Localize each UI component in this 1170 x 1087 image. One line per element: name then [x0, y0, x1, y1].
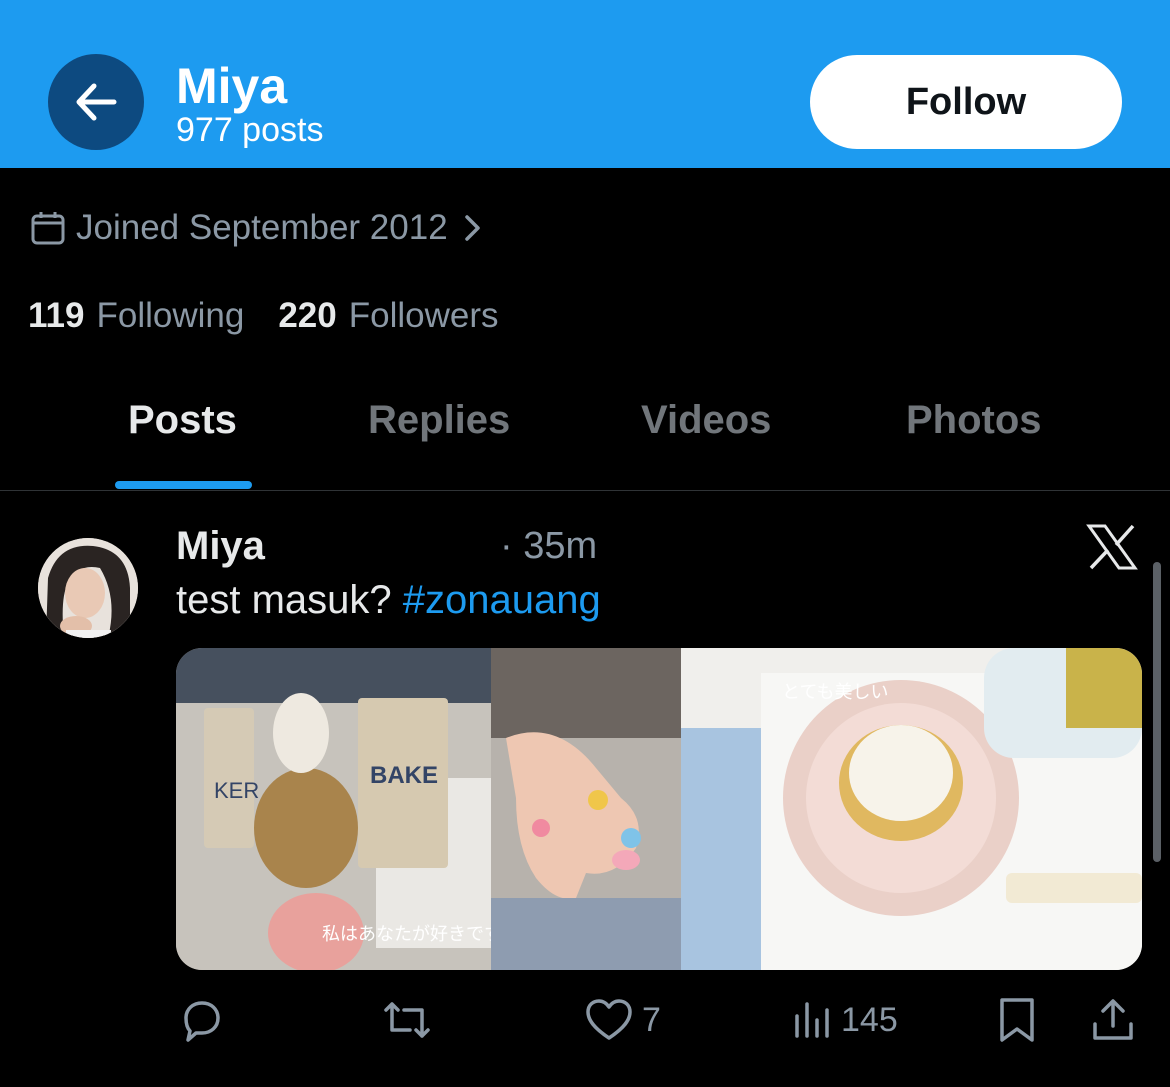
arrow-left-icon — [76, 83, 117, 121]
share-icon — [1093, 999, 1133, 1040]
followers-label: Followers — [348, 296, 499, 335]
post-time[interactable]: · 35m — [500, 522, 597, 570]
follow-button[interactable]: Follow — [810, 55, 1122, 149]
post-media[interactable]: KER BAKE 私はあなたが好きです とても美しい — [176, 648, 1142, 970]
avatar-photo — [38, 538, 138, 638]
x-logo-icon — [1086, 524, 1138, 570]
avatar[interactable] — [38, 538, 138, 638]
share-button[interactable] — [1090, 990, 1136, 1050]
view-count: 145 — [841, 1000, 898, 1039]
scrollbar[interactable] — [1153, 562, 1161, 862]
hashtag-link[interactable]: #zonauang — [403, 578, 601, 622]
tab-replies[interactable]: Replies — [368, 396, 510, 444]
followers-link[interactable]: 220 Followers — [278, 296, 498, 336]
post-body: test masuk? — [176, 578, 403, 622]
post-text: test masuk? #zonauang — [176, 576, 601, 624]
active-tab-indicator — [115, 481, 252, 489]
followers-count: 220 — [278, 296, 337, 335]
profile-header: Miya 977 posts Follow — [0, 0, 1170, 168]
bookmark-icon — [1000, 998, 1034, 1042]
bag-text-1: KER — [214, 778, 259, 803]
following-count: 119 — [28, 296, 85, 335]
heart-icon — [586, 999, 632, 1040]
calendar-icon — [31, 212, 65, 245]
tab-photos[interactable]: Photos — [906, 396, 1042, 444]
bag-text-2: BAKE — [370, 762, 438, 789]
following-link[interactable]: 119 Following — [28, 296, 244, 336]
repost-button[interactable] — [380, 990, 434, 1050]
post-image-collage: KER BAKE 私はあなたが好きです とても美しい — [176, 648, 1142, 970]
joined-date[interactable]: Joined September 2012 — [30, 204, 494, 252]
subtitle-text: 私はあなたが好きです — [322, 924, 502, 945]
reply-button[interactable] — [178, 990, 226, 1050]
chevron-right-icon — [464, 215, 480, 241]
header-posts-count: 977 posts — [176, 111, 324, 149]
right-caption: とても美しい — [782, 682, 889, 703]
tab-videos[interactable]: Videos — [641, 396, 771, 444]
follow-stats: 119 Following 220 Followers — [28, 292, 533, 340]
profile-tabs: Posts Replies Videos Photos — [0, 360, 1170, 491]
like-count: 7 — [642, 1000, 661, 1039]
post-actions: 7 145 — [0, 990, 1170, 1050]
repost-icon — [384, 1002, 430, 1038]
post-author[interactable]: Miya — [176, 522, 265, 570]
header-name: Miya — [176, 58, 288, 114]
like-button[interactable]: 7 — [584, 990, 661, 1050]
back-button[interactable] — [48, 54, 144, 150]
reply-icon — [184, 1001, 220, 1042]
following-label: Following — [96, 296, 245, 335]
tab-posts[interactable]: Posts — [128, 396, 237, 444]
bookmark-button[interactable] — [996, 990, 1038, 1050]
views-button[interactable]: 145 — [793, 990, 898, 1050]
views-icon — [795, 1002, 829, 1038]
joined-label: Joined September 2012 — [76, 208, 448, 247]
